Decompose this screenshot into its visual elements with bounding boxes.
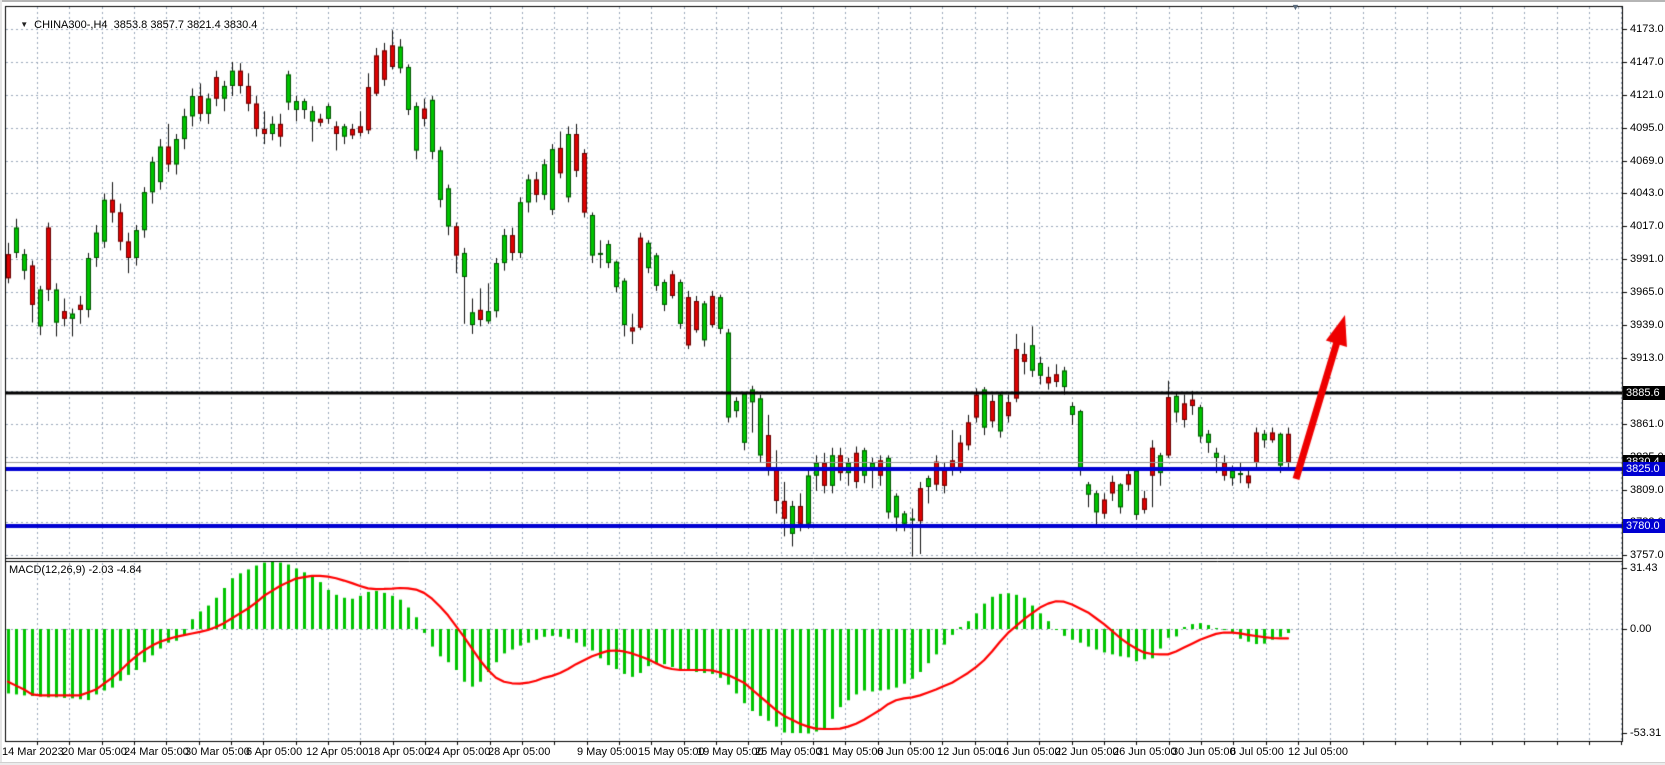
- time-tick-label: 6 Jul 05:00: [1230, 745, 1284, 759]
- macd-scale-label: 31.43: [1630, 561, 1658, 575]
- price-tick-label: 3991.0: [1630, 252, 1664, 266]
- ohlc-readout: 3853.8 3857.7 3821.4 3830.4: [114, 19, 258, 31]
- price-level-box: 3885.6: [1623, 386, 1665, 400]
- time-tick-label: 15 May 05:00: [638, 745, 705, 759]
- time-tick-label: 19 May 05:00: [697, 745, 764, 759]
- chart-title: ▼ CHINA300-,H4 3853.8 3857.7 3821.4 3830.…: [8, 7, 257, 43]
- price-tick-label: 4147.0: [1630, 55, 1664, 69]
- symbol-dropdown-icon[interactable]: ▼: [20, 20, 28, 29]
- time-tick-label: 31 May 05:00: [817, 745, 884, 759]
- time-tick-label: 22 Jun 05:00: [1055, 745, 1119, 759]
- price-tick-label: 4069.0: [1630, 154, 1664, 168]
- price-chart-canvas[interactable]: [0, 0, 1665, 765]
- price-tick-label: 3809.0: [1630, 483, 1664, 497]
- time-tick-label: 25 May 05:00: [755, 745, 822, 759]
- mt4-chart-window: ▼ CHINA300-,H4 3853.8 3857.7 3821.4 3830.…: [0, 0, 1665, 765]
- price-tick-label: 4017.0: [1630, 219, 1664, 233]
- time-tick-label: 9 May 05:00: [577, 745, 638, 759]
- price-level-box: 3825.0: [1623, 462, 1665, 476]
- price-tick-label: 3939.0: [1630, 318, 1664, 332]
- symbol-period-label: CHINA300-,H4: [34, 19, 107, 31]
- price-tick-label: 4095.0: [1630, 121, 1664, 135]
- time-tick-label: 30 Jun 05:00: [1172, 745, 1236, 759]
- macd-scale-label: -53.31: [1630, 726, 1661, 740]
- time-tick-label: 26 Jun 05:00: [1113, 745, 1177, 759]
- price-tick-label: 4043.0: [1630, 186, 1664, 200]
- time-tick-label: 20 Mar 05:00: [62, 745, 127, 759]
- time-tick-label: 6 Jun 05:00: [877, 745, 935, 759]
- time-tick-label: 12 Jul 05:00: [1288, 745, 1348, 759]
- time-tick-label: 18 Apr 05:00: [368, 745, 430, 759]
- window-left-frame: [0, 0, 2, 765]
- macd-scale-label: 0.00: [1630, 622, 1651, 636]
- price-tick-label: 4173.0: [1630, 22, 1664, 36]
- macd-indicator-label: MACD(12,26,9) -2.03 -4.84: [9, 564, 142, 576]
- time-tick-label: 14 Mar 2023: [2, 745, 64, 759]
- time-tick-label: 12 Apr 05:00: [306, 745, 368, 759]
- price-tick-label: 3861.0: [1630, 417, 1664, 431]
- time-tick-label: 12 Jun 05:00: [937, 745, 1001, 759]
- window-top-frame: [0, 0, 1665, 2]
- time-tick-label: 24 Apr 05:00: [428, 745, 490, 759]
- time-tick-label: 16 Jun 05:00: [997, 745, 1061, 759]
- last-bar-marker-icon: ▼: [1291, 2, 1300, 12]
- price-tick-label: 3757.0: [1630, 548, 1664, 562]
- price-tick-label: 3913.0: [1630, 351, 1664, 365]
- price-tick-label: 4121.0: [1630, 88, 1664, 102]
- price-level-box: 3780.0: [1623, 519, 1665, 533]
- time-tick-label: 30 Mar 05:00: [185, 745, 250, 759]
- time-tick-label: 28 Apr 05:00: [488, 745, 550, 759]
- price-tick-label: 3965.0: [1630, 285, 1664, 299]
- time-tick-label: 6 Apr 05:00: [246, 745, 302, 759]
- time-tick-label: 24 Mar 05:00: [124, 745, 189, 759]
